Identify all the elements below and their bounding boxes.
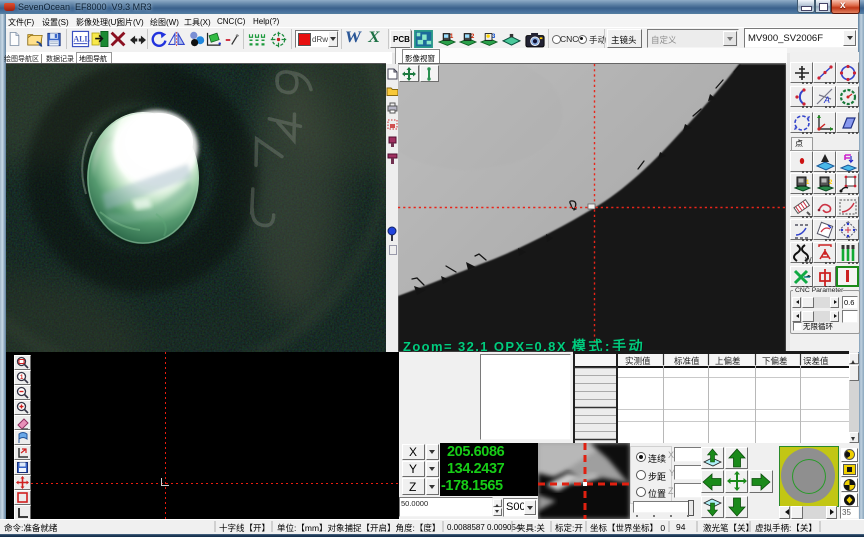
svg-text:1: 1 (806, 180, 810, 186)
svg-text:A: A (823, 95, 830, 105)
svg-text:2: 2 (829, 180, 833, 186)
svg-text:1: 1 (450, 34, 454, 40)
svg-text:3: 3 (492, 34, 496, 40)
svg-text:ALL: ALL (73, 35, 89, 44)
svg-text:2: 2 (471, 34, 475, 40)
